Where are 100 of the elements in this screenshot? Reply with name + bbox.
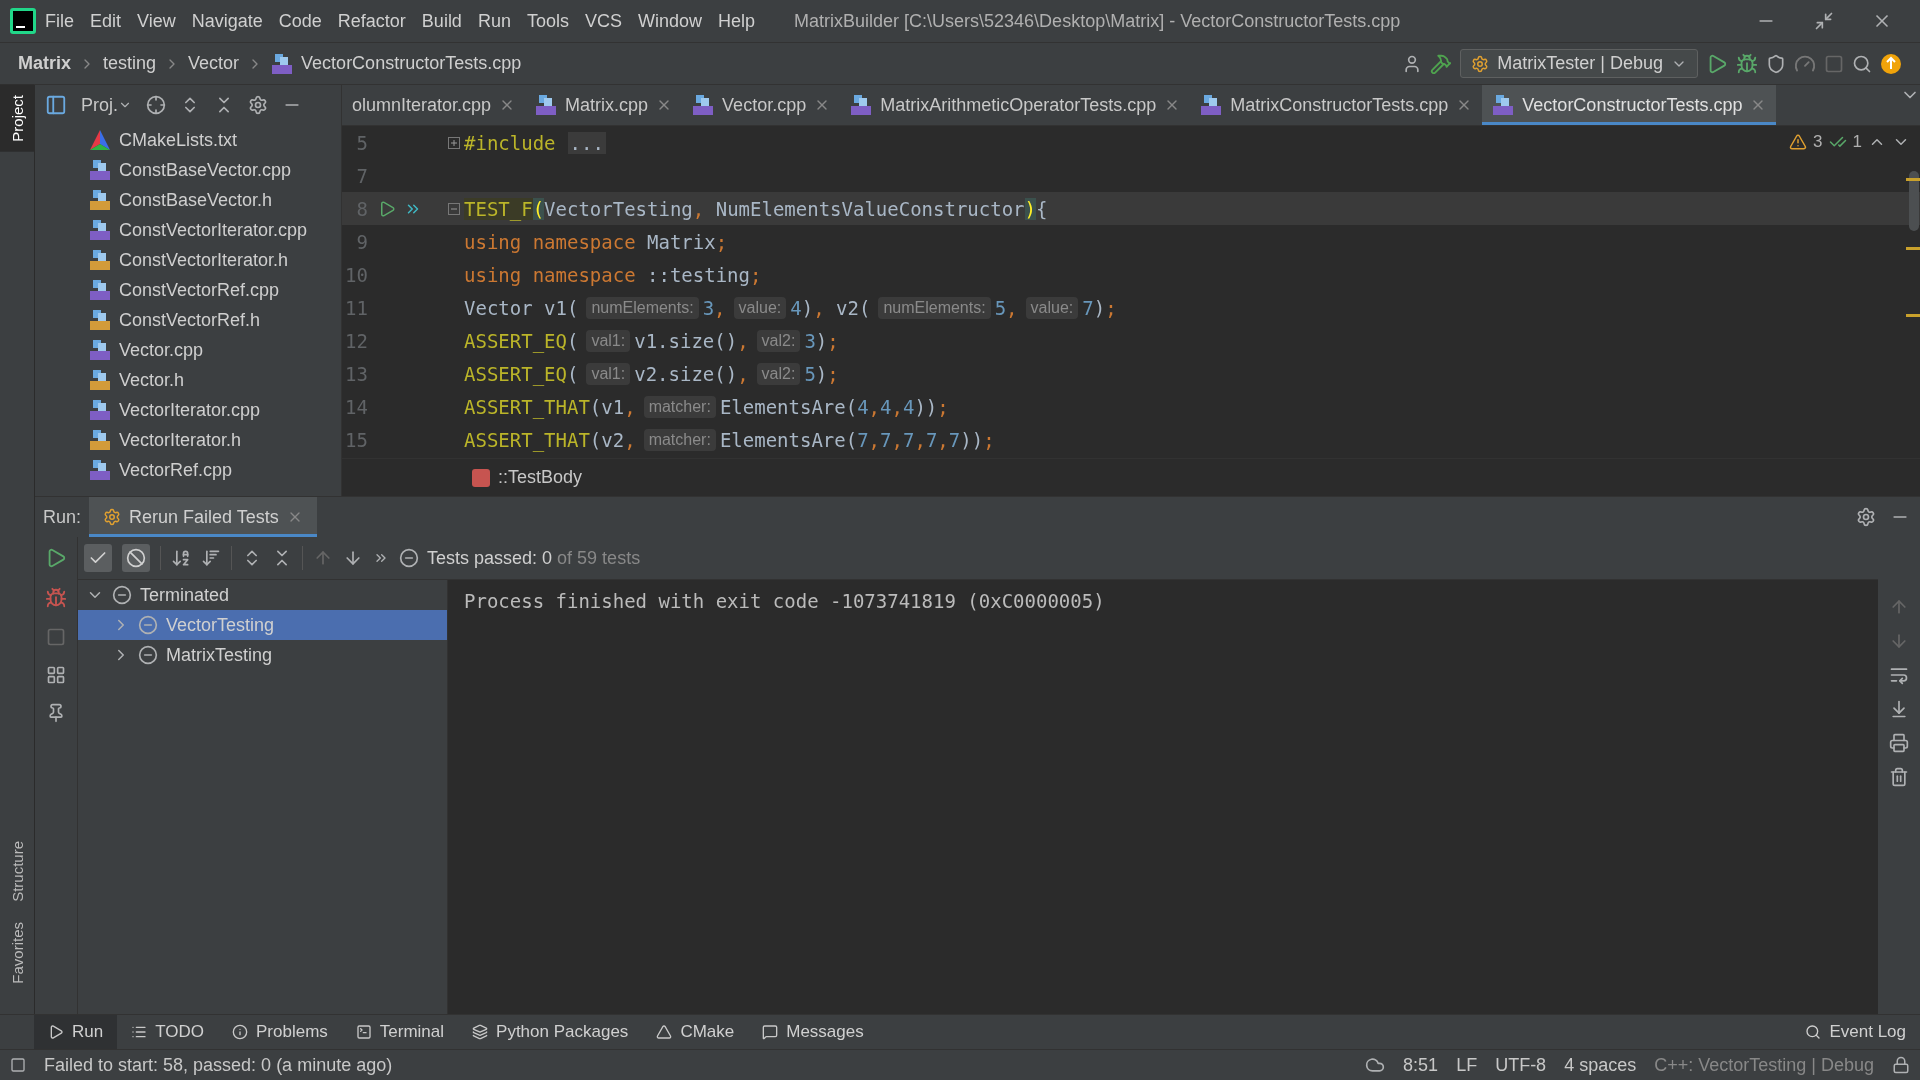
build-icon[interactable] — [1430, 52, 1453, 75]
settings-icon[interactable] — [1856, 507, 1876, 527]
scrollbar-thumb[interactable] — [1909, 171, 1919, 231]
show-passed-toggle[interactable] — [84, 544, 112, 572]
code-token: 3 — [702, 296, 715, 319]
side-tool-tab[interactable]: Project — [0, 85, 34, 152]
sort-duration-icon[interactable] — [201, 548, 221, 568]
menu-item[interactable]: Refactor — [330, 6, 413, 36]
menu-item[interactable]: Build — [414, 6, 469, 36]
code-token: , — [891, 428, 903, 451]
menu-item[interactable]: Help — [711, 6, 763, 36]
code-token: ElementsAre( — [719, 428, 858, 451]
status-item[interactable]: UTF-8 — [1495, 1054, 1547, 1076]
parameter-hint: numElements: — [586, 296, 699, 319]
tool-window-tab[interactable]: Python Packages — [458, 1015, 643, 1049]
search-icon[interactable] — [1852, 53, 1872, 74]
parameter-hint: val2: — [756, 329, 801, 352]
menu-item[interactable]: Run — [470, 6, 518, 36]
rerun-failed-icon[interactable] — [45, 587, 67, 609]
code-token: 4 — [857, 395, 869, 418]
code-token: ( — [566, 362, 579, 385]
test-tree-item[interactable]: MatrixTesting — [78, 640, 447, 670]
pin-icon[interactable] — [46, 703, 66, 723]
file-tree-item[interactable]: ConstBaseVector.cpp — [89, 155, 341, 185]
status-item[interactable]: 4 spaces — [1564, 1054, 1637, 1076]
fold-expand-icon[interactable] — [448, 136, 460, 149]
lock-icon[interactable] — [1892, 1056, 1910, 1074]
editor-tab[interactable]: MatrixArithmeticOperatorTests.cpp — [840, 85, 1191, 125]
breadcrumb-item[interactable]: Vector — [188, 53, 240, 74]
code-token: , — [813, 296, 826, 319]
editor-tab[interactable]: MatrixConstructorTests.cpp — [1190, 85, 1483, 125]
coverage-icon[interactable] — [1766, 53, 1786, 74]
status-item[interactable]: LF — [1456, 1054, 1478, 1076]
tool-window-tab[interactable]: Messages — [748, 1015, 878, 1049]
breadcrumb-item[interactable]: VectorConstructorTests.cpp — [301, 53, 522, 74]
code-token: 4 — [880, 395, 892, 418]
run-config-dropdown[interactable]: MatrixTester | Debug — [1460, 49, 1698, 78]
menu-item[interactable]: Tools — [519, 6, 576, 36]
side-tool-tab[interactable]: Favorites — [0, 912, 34, 994]
side-tool-tab[interactable]: Structure — [0, 831, 34, 913]
file-tree-item[interactable]: VectorIterator.cpp — [89, 395, 341, 425]
run-test-icon[interactable] — [378, 199, 396, 218]
code-token: , — [624, 428, 636, 451]
file-tree-item[interactable]: ConstBaseVector.h — [89, 185, 341, 215]
settings-icon[interactable] — [248, 95, 268, 115]
clear-icon[interactable] — [1889, 767, 1909, 787]
tool-window-tab[interactable]: Run — [34, 1015, 118, 1049]
locate-icon[interactable] — [146, 95, 166, 115]
code-token: ) — [1024, 197, 1036, 220]
file-tree-item[interactable]: VectorIterator.h — [89, 425, 341, 455]
show-ignored-toggle[interactable] — [122, 544, 150, 572]
debug-icon[interactable] — [1736, 52, 1758, 75]
status-message: Failed to start: 58, passed: 0 (a minute ago) — [44, 1054, 393, 1076]
update-icon[interactable] — [1880, 52, 1902, 75]
file-tree-item[interactable]: VectorRef.cpp — [89, 455, 341, 485]
cpp-file-icon — [89, 219, 111, 241]
file-tree-item[interactable]: Vector.h — [89, 365, 341, 395]
menu-item[interactable]: File — [38, 6, 81, 36]
code-token: ASSERT_EQ — [464, 329, 567, 352]
tool-window-tab[interactable]: TODO — [117, 1015, 218, 1049]
file-tree-item[interactable]: Vector.cpp — [89, 335, 341, 365]
tool-window-tab[interactable]: Terminal — [341, 1015, 459, 1049]
ok-count[interactable]: 1 — [1852, 132, 1862, 152]
breadcrumb-item[interactable]: Matrix — [18, 53, 71, 74]
test-tree-item[interactable]: Terminated — [78, 580, 447, 610]
editor-tab[interactable]: Matrix.cpp — [525, 85, 683, 125]
fold-collapse-icon[interactable] — [448, 202, 460, 215]
file-tree-item[interactable]: ConstVectorIterator.cpp — [89, 215, 341, 245]
file-tree-item[interactable]: ConstVectorIterator.h — [89, 245, 341, 275]
file-tree-item[interactable]: ConstVectorRef.h — [89, 305, 341, 335]
restore-icon[interactable] — [1814, 11, 1834, 31]
menu-item[interactable]: Code — [271, 6, 329, 36]
breadcrumb-item[interactable]: testing — [103, 53, 157, 74]
layout-icon[interactable] — [46, 665, 66, 685]
editor-tab[interactable]: Vector.cpp — [682, 85, 841, 125]
tool-window-tab[interactable]: Problems — [218, 1015, 342, 1049]
run-tab[interactable]: Rerun Failed Tests — [89, 497, 317, 537]
menu-item[interactable]: Navigate — [184, 6, 270, 36]
folded-code[interactable]: ... — [567, 131, 606, 154]
event-log-tab[interactable]: Event Log — [1791, 1015, 1920, 1049]
editor-tab[interactable]: olumnIterator.cpp — [342, 85, 526, 125]
file-tree-item[interactable]: ConstVectorRef.cpp — [89, 275, 341, 305]
project-view-dropdown[interactable]: Proj. — [81, 94, 132, 116]
code-breadcrumb[interactable]: ::TestBody — [498, 467, 583, 488]
tool-window-tab[interactable]: CMake — [642, 1015, 749, 1049]
editor-tab[interactable]: VectorConstructorTests.cpp — [1482, 85, 1777, 125]
menu-item[interactable]: Edit — [83, 6, 129, 36]
file-tree-item[interactable]: CMakeLists.txt — [89, 125, 341, 155]
panel-toggle-icon[interactable] — [10, 1057, 26, 1073]
sort-alpha-icon[interactable] — [171, 548, 191, 568]
menu-item[interactable]: VCS — [577, 6, 629, 36]
status-item[interactable]: 8:51 — [1403, 1054, 1439, 1076]
function-icon — [472, 468, 490, 487]
menu-item[interactable]: Window — [630, 6, 709, 36]
soft-wrap-icon[interactable] — [1889, 665, 1909, 685]
cpp-file-icon — [89, 159, 111, 181]
print-icon[interactable] — [1889, 733, 1909, 753]
warning-count[interactable]: 3 — [1813, 132, 1823, 152]
scroll-to-end-icon[interactable] — [1889, 699, 1909, 719]
menu-item[interactable]: View — [130, 6, 183, 36]
